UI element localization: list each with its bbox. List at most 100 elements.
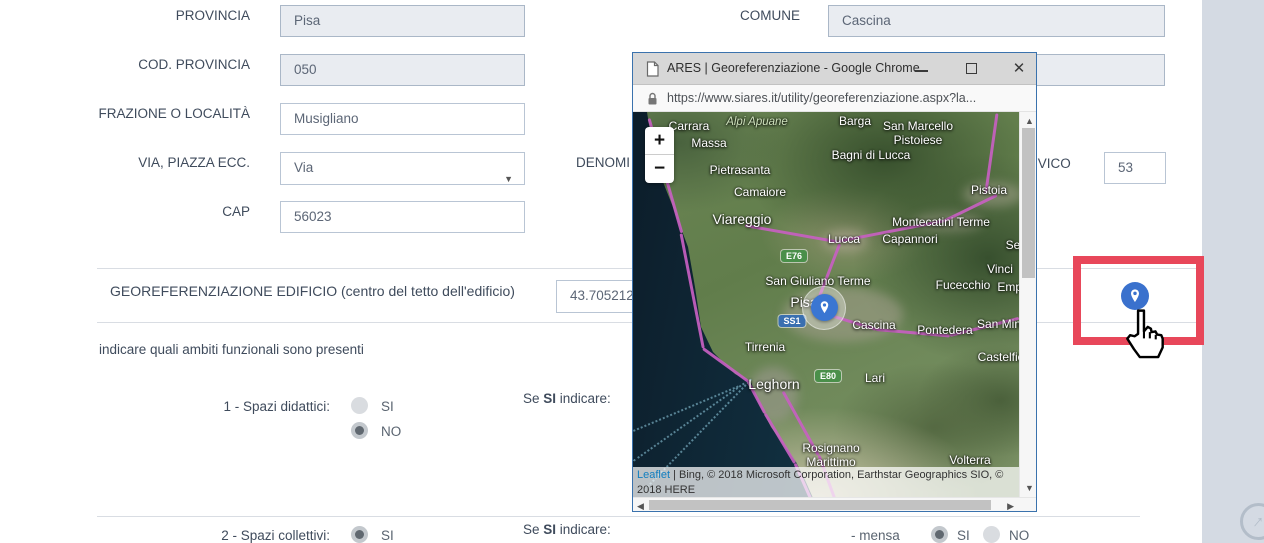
window-title: ARES | Georeferenziazione - Google Chrom… — [667, 61, 920, 75]
lock-icon — [647, 92, 658, 106]
q1-no-label: NO — [381, 424, 401, 439]
map-canvas[interactable]: + − Leaflet | Bing, © 2018 Microsoft Cor… — [633, 112, 1019, 497]
cursor-hand-icon — [1122, 308, 1168, 365]
scroll-down-icon[interactable]: ▼ — [1025, 483, 1034, 493]
q1-hint-pre: Se — [523, 391, 543, 406]
numero-civico-label-partial: IVICO — [1034, 156, 1071, 171]
q2-hint-post: indicare: — [556, 522, 611, 537]
window-titlebar[interactable]: ARES | Georeferenziazione - Google Chrom… — [633, 53, 1036, 85]
q1-si-radio[interactable] — [351, 397, 368, 414]
map-town-label: Fucecchio — [936, 278, 991, 292]
page-right-gutter — [1202, 0, 1264, 543]
map-town-label: Viareggio — [713, 211, 772, 227]
map-town-label: Leghorn — [748, 376, 799, 392]
q1-hint-post: indicare: — [556, 391, 611, 406]
horizontal-scrollbar[interactable]: ◀ ▶ — [633, 497, 1036, 511]
cod-provincia-field: 050 — [280, 54, 525, 86]
map-zoom-control: + − — [645, 127, 674, 183]
map-town-label: Massa — [691, 136, 726, 150]
map-town-label: Empo — [997, 280, 1019, 294]
mensa-no-label: NO — [1009, 528, 1029, 543]
map-town-label: Pistoia — [971, 183, 1007, 197]
map-marker[interactable] — [811, 294, 838, 321]
leaflet-link[interactable]: Leaflet — [637, 469, 670, 481]
map-town-label: Vinci — [987, 262, 1013, 276]
vertical-scrollbar[interactable]: ▲ ▼ — [1019, 112, 1036, 497]
ambiti-heading: indicare quali ambiti funzionali sono pr… — [99, 342, 364, 357]
page: PROVINCIA Pisa COD. PROVINCIA 050 FRAZIO… — [0, 0, 1264, 543]
chevron-down-icon: ▼ — [504, 164, 513, 194]
mensa-si-radio[interactable] — [931, 526, 948, 543]
open-map-pin-button[interactable] — [1121, 282, 1149, 310]
address-bar[interactable]: https://www.siares.it/utility/georeferen… — [633, 85, 1036, 112]
close-button[interactable]: ✕ — [999, 53, 1039, 85]
cap-label: CAP — [0, 204, 250, 219]
map-town-label: Castelfio — [978, 350, 1019, 364]
maximize-icon — [966, 63, 977, 74]
map-town-label: Se — [1006, 238, 1019, 252]
q1-hint-bold: SI — [543, 391, 556, 406]
map-town-label: Lari — [865, 371, 885, 385]
map-town-label: Lucca — [828, 232, 860, 246]
mensa-si-label: SI — [957, 528, 970, 543]
map-town-label: Capannori — [882, 232, 937, 246]
map-town-label: Pontedera — [917, 323, 972, 337]
q2-hint: Se SI indicare: — [523, 522, 611, 537]
provincia-field: Pisa — [280, 5, 525, 37]
provincia-label: PROVINCIA — [0, 8, 250, 23]
cap-field[interactable]: 56023 — [280, 201, 525, 233]
map-town-label: Tirrenia — [745, 340, 785, 354]
map-pin-icon — [817, 300, 832, 315]
comune-label: COMUNE — [520, 8, 800, 23]
maximize-button[interactable] — [951, 53, 991, 85]
q2-hint-pre: Se — [523, 522, 543, 537]
via-select[interactable]: Via ▼ — [280, 152, 525, 185]
map-pin-icon — [1127, 288, 1143, 304]
map-town-label: Camaiore — [734, 185, 786, 199]
q2-label: 2 - Spazi collettivi: — [80, 528, 330, 543]
frazione-label: FRAZIONE O LOCALITÀ — [0, 106, 250, 121]
georef-label: GEOREFERENZIAZIONE EDIFICIO (centro del … — [110, 283, 515, 299]
q1-si-label: SI — [381, 399, 394, 414]
attribution-text: | Bing, © 2018 Microsoft Corporation, Ea… — [637, 469, 1003, 496]
comune-field: Cascina — [828, 5, 1165, 37]
map-attribution: Leaflet | Bing, © 2018 Microsoft Corpora… — [633, 467, 1019, 497]
q1-hint: Se SI indicare: — [523, 391, 611, 406]
map-town-label: Rosignano Marittimo — [802, 442, 859, 470]
map-town-label: Cascina — [852, 318, 895, 332]
road-badge: E76 — [781, 250, 807, 262]
map-town-label: Barga — [839, 114, 871, 128]
url-text: https://www.siares.it/utility/georeferen… — [667, 91, 976, 105]
mensa-no-radio[interactable] — [983, 526, 1000, 543]
q2-hint-bold: SI — [543, 522, 556, 537]
divider — [97, 516, 1140, 517]
q2-si-label: SI — [381, 528, 394, 543]
scroll-up-icon[interactable]: ▲ — [1025, 116, 1034, 126]
q1-no-radio[interactable] — [351, 422, 368, 439]
frazione-field[interactable]: Musigliano — [280, 103, 525, 135]
map-town-label: Alpi Apuane — [726, 116, 788, 128]
road-badge: E80 — [815, 370, 841, 382]
map-area: + − Leaflet | Bing, © 2018 Microsoft Cor… — [633, 112, 1036, 497]
chrome-popup-window: ARES | Georeferenziazione - Google Chrom… — [632, 52, 1037, 512]
horizontal-scroll-thumb[interactable] — [649, 500, 991, 510]
map-town-label: San Marcello Pistoiese — [883, 120, 953, 148]
page-icon — [646, 61, 659, 77]
cod-provincia-label: COD. PROVINCIA — [0, 57, 250, 72]
vertical-scroll-thumb[interactable] — [1022, 128, 1035, 278]
map-town-label: Montecatini Terme — [892, 215, 990, 229]
minimize-button[interactable] — [901, 53, 941, 85]
map-town-label: Bagni di Lucca — [832, 148, 911, 162]
zoom-out-button[interactable]: − — [645, 155, 674, 183]
scroll-left-icon[interactable]: ◀ — [637, 501, 644, 512]
q2-si-radio[interactable] — [351, 526, 368, 543]
minimize-icon — [915, 70, 928, 72]
map-town-label: Pietrasanta — [710, 163, 771, 177]
zoom-in-button[interactable]: + — [645, 127, 674, 155]
numero-civico-field[interactable]: 53 — [1104, 152, 1166, 184]
q1-label: 1 - Spazi didattici: — [80, 399, 330, 414]
mensa-label: - mensa — [851, 528, 900, 543]
map-town-label: Carrara — [669, 119, 710, 133]
via-label: VIA, PIAZZA ECC. — [0, 155, 250, 170]
scroll-right-icon[interactable]: ▶ — [1007, 501, 1014, 512]
